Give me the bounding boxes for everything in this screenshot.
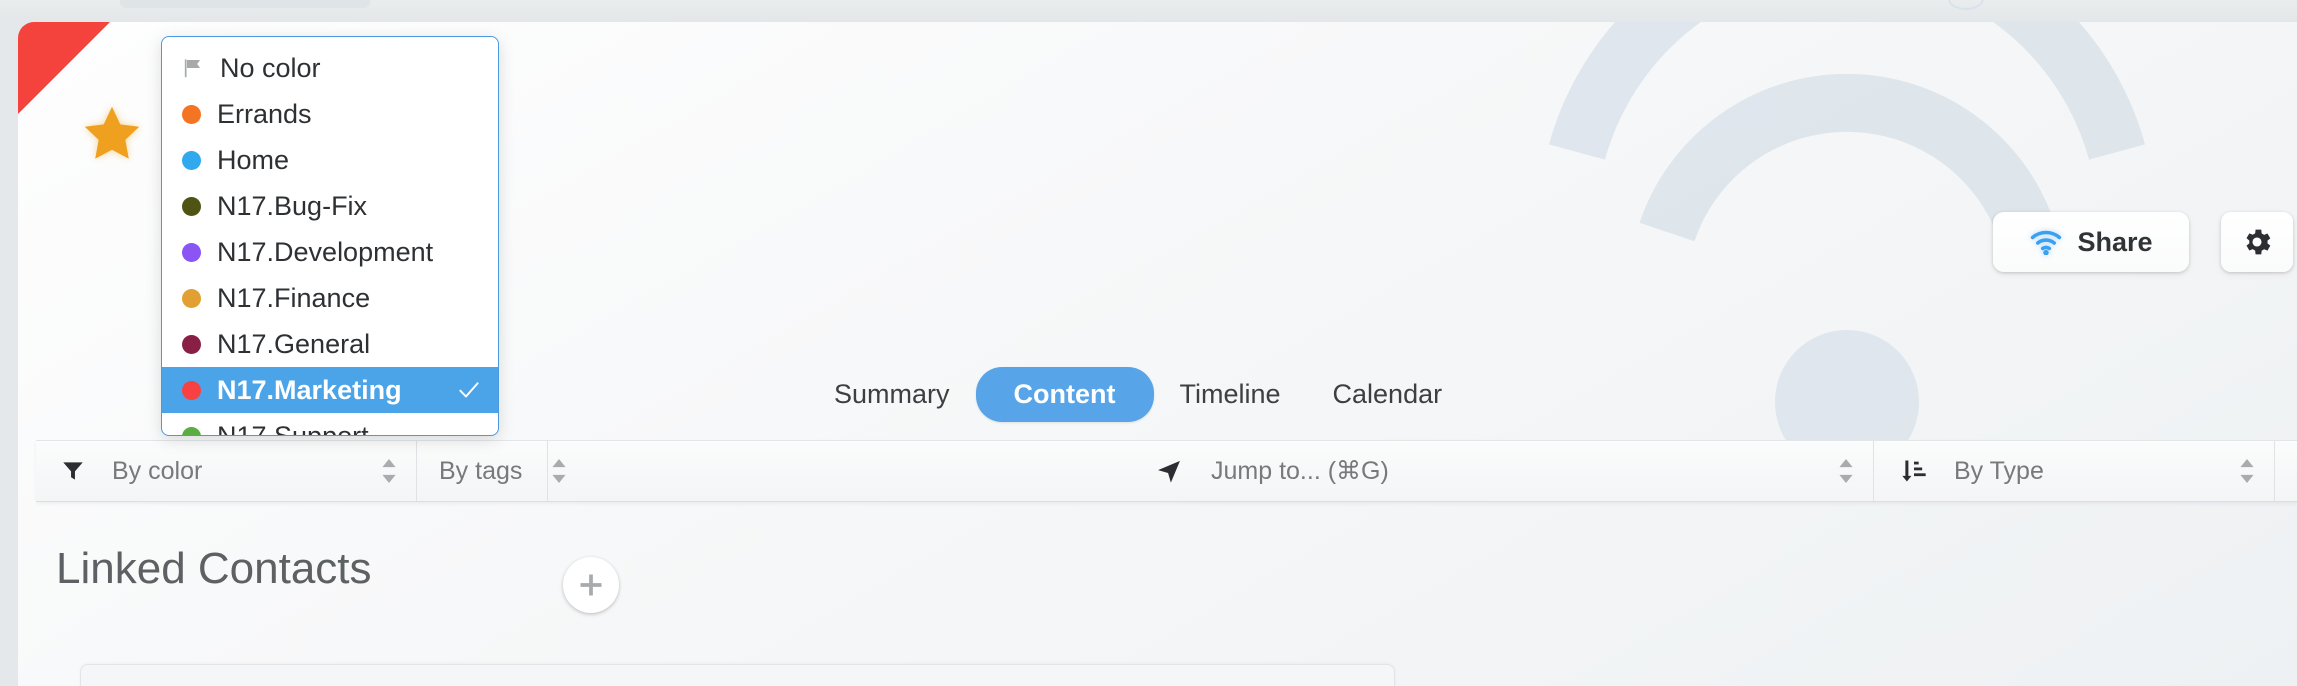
color-menu-item-label: Home [217,144,290,175]
toolbar-end-cap [2275,441,2297,501]
background-window-tab [120,0,370,8]
chevron-stepper-icon [1837,456,1855,486]
color-menu-item-n17-general[interactable]: N17.General [162,321,498,367]
color-menu-item-label: Errands [217,98,312,129]
color-menu-item-errands[interactable]: Errands [162,91,498,137]
view-tabs: Summary Content Timeline Calendar [808,367,1468,422]
favorite-star-icon[interactable] [80,102,144,166]
color-swatch [182,104,201,124]
jump-to-placeholder: Jump to... (⌘G) [1211,457,1389,485]
color-menu-item-label: N17.Finance [217,282,371,313]
desktop-background-strip [0,0,2297,22]
tab-calendar[interactable]: Calendar [1307,369,1469,420]
table-header-row: CONTACT REFERENCE E-MAIL [81,665,1394,686]
sort-by-dropdown[interactable]: By Type [1874,441,2274,501]
color-filter-dropdown-menu[interactable]: No color Errands Home N17.Bug-Fix N17.De… [161,36,499,436]
chevron-stepper-icon [550,456,568,486]
sort-descending-icon [1900,457,1928,485]
tab-timeline[interactable]: Timeline [1154,369,1307,420]
checkmark-icon [456,377,482,403]
linked-contacts-table: CONTACT REFERENCE E-MAIL [80,664,1395,686]
filter-by-tags-dropdown[interactable]: By tags [417,441,566,501]
color-menu-item-label: N17.Bug-Fix [217,190,368,221]
sort-by-value: By Type [1954,456,2044,485]
color-menu-item-n17-bug-fix[interactable]: N17.Bug-Fix [162,183,498,229]
color-menu-item-label: No color [220,52,321,83]
color-menu-item-label: N17.Development [217,236,434,267]
color-menu-item-label: N17.Marketing [217,374,402,405]
funnel-icon [60,458,86,484]
color-swatch [182,150,201,170]
tab-summary[interactable]: Summary [808,369,976,420]
add-contact-button[interactable] [563,557,619,613]
app-window: Launch Share [0,0,2297,686]
color-menu-item-n17-support[interactable]: N17.Support [162,413,498,436]
flag-icon [182,58,204,78]
gear-icon [2240,225,2274,259]
jump-to-search-input[interactable]: Jump to... (⌘G) [1123,441,1873,501]
chevron-stepper-icon [380,456,398,486]
toolbar-gap [548,441,1123,501]
filter-by-tags-value: By tags [439,456,523,485]
color-menu-item-n17-marketing[interactable]: N17.Marketing [162,367,498,413]
color-menu-item-no-color[interactable]: No color [162,45,498,91]
chevron-stepper-icon [2238,456,2256,486]
filter-by-color-dropdown[interactable]: By color [36,441,416,501]
color-swatch [182,242,201,262]
navigation-arrow-icon [1155,457,1183,485]
plus-icon [577,571,605,599]
color-menu-item-n17-development[interactable]: N17.Development [162,229,498,275]
color-swatch [182,380,201,400]
color-menu-item-label: N17.General [217,328,371,359]
color-swatch [182,334,201,354]
share-button-label: Share [2077,226,2153,257]
color-menu-item-n17-finance[interactable]: N17.Finance [162,275,498,321]
share-button[interactable]: Share [1993,212,2189,272]
color-menu-item-label: N17.Support [217,420,369,436]
settings-button[interactable] [2221,212,2293,272]
tab-content[interactable]: Content [975,367,1154,422]
priority-corner-flag [18,22,110,114]
color-menu-item-home[interactable]: Home [162,137,498,183]
background-circle-decoration [1948,0,1984,10]
color-swatch [182,426,201,435]
color-swatch [182,288,201,308]
filter-by-color-value: By color [112,456,203,485]
content-toolbar: By color By tags Jump to... (⌘G) By Type [36,440,2297,502]
color-swatch [182,196,201,216]
wifi-icon [2029,229,2063,255]
section-title: Linked Contacts [56,544,372,593]
